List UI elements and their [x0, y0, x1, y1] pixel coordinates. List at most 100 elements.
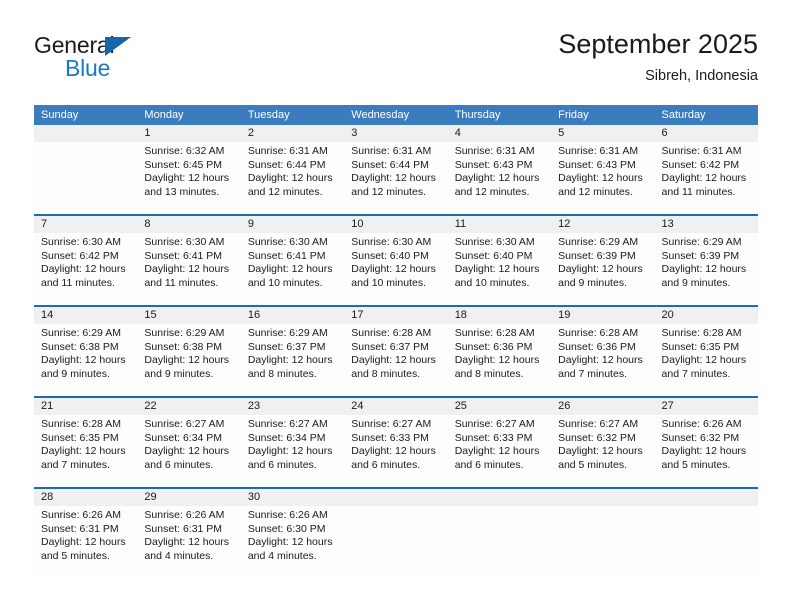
general-blue-logo: General Blue	[34, 32, 214, 88]
sunset-text: Sunset: 6:38 PM	[144, 340, 223, 353]
date-number-empty	[655, 489, 758, 506]
daylight-text: Daylight: 12 hours and 9 minutes.	[558, 263, 643, 289]
sunset-text: Sunset: 6:44 PM	[247, 158, 326, 171]
day-of-week-header-friday: Friday	[558, 109, 589, 121]
daylight-text: Daylight: 12 hours and 10 minutes.	[454, 263, 540, 289]
day-cell-empty	[655, 506, 758, 578]
date-number[interactable]: 6	[655, 125, 758, 142]
date-number[interactable]: 4	[448, 125, 551, 142]
daylight-text: Daylight: 12 hours and 12 minutes.	[558, 172, 643, 198]
date-number[interactable]: 15	[137, 307, 240, 324]
sunset-text: Sunset: 6:32 PM	[558, 431, 636, 444]
date-number[interactable]: 24	[344, 398, 447, 415]
sunset-text: Sunset: 6:44 PM	[351, 158, 429, 171]
day-cell: Sunrise: 6:29 AM Sunset: 6:39 PM Daylight:…	[655, 233, 758, 305]
day-cell: Sunrise: 6:26 AM Sunset: 6:31 PM Daylight:…	[137, 506, 240, 578]
date-number-row: 28 29 30	[34, 489, 758, 506]
sunset-text: Sunset: 6:36 PM	[558, 340, 636, 353]
sunset-text: Sunset: 6:34 PM	[144, 431, 223, 444]
sunrise-text: Sunrise: 6:26 AM	[661, 418, 742, 430]
sunset-text: Sunset: 6:40 PM	[351, 249, 429, 262]
day-cell: Sunrise: 6:29 AM Sunset: 6:39 PM Daylight:…	[551, 233, 654, 305]
sunset-text: Sunset: 6:42 PM	[661, 158, 740, 171]
day-cell: Sunrise: 6:31 AM Sunset: 6:43 PM Daylight:…	[448, 142, 551, 214]
calendar-week-row: 28 29 30 Sunrise: 6:26 AM Sunset: 6:31 PM Day…	[34, 487, 758, 578]
day-cell: Sunrise: 6:28 AM Sunset: 6:36 PM Daylight:…	[448, 324, 551, 396]
date-number[interactable]: 28	[34, 489, 137, 506]
sunrise-text: Sunrise: 6:29 AM	[144, 327, 225, 339]
day-cell: Sunrise: 6:29 AM Sunset: 6:38 PM Daylight:…	[137, 324, 240, 396]
date-number[interactable]: 30	[241, 489, 344, 506]
date-number[interactable]: 16	[241, 307, 344, 324]
date-number[interactable]: 18	[448, 307, 551, 324]
date-number[interactable]: 13	[655, 216, 758, 233]
sunset-text: Sunset: 6:41 PM	[144, 249, 223, 262]
daylight-text: Daylight: 12 hours and 8 minutes.	[454, 354, 540, 380]
daylight-text: Daylight: 12 hours and 9 minutes.	[41, 354, 126, 380]
day-of-week-header-row: Sunday Monday Tuesday Wednesday Thursday Frid…	[34, 105, 758, 125]
date-number[interactable]: 8	[137, 216, 240, 233]
sunset-text: Sunset: 6:38 PM	[41, 340, 119, 353]
date-number[interactable]: 2	[241, 125, 344, 142]
daylight-text: Daylight: 12 hours and 11 minutes.	[144, 263, 230, 289]
day-cell-empty	[551, 506, 654, 578]
date-number[interactable]: 19	[551, 307, 654, 324]
daylight-text: Daylight: 12 hours and 7 minutes.	[41, 445, 126, 471]
title-block: September 2025 Sibreh, Indonesia	[558, 28, 758, 86]
logo-text-blue: Blue	[65, 55, 111, 81]
sunset-text: Sunset: 6:30 PM	[247, 522, 326, 535]
day-of-week-header-tuesday: Tuesday	[247, 109, 290, 121]
page-header: General Blue September 2025 Sibreh, Indo…	[34, 28, 758, 98]
day-cell: Sunrise: 6:27 AM Sunset: 6:33 PM Daylight:…	[448, 415, 551, 487]
sunrise-text: Sunrise: 6:27 AM	[247, 418, 328, 430]
day-cell-empty	[34, 142, 137, 214]
date-number-empty	[448, 489, 551, 506]
date-number[interactable]: 27	[655, 398, 758, 415]
daylight-text: Daylight: 12 hours and 5 minutes.	[661, 445, 747, 471]
date-number-empty	[551, 489, 654, 506]
date-number[interactable]: 22	[137, 398, 240, 415]
date-number[interactable]: 9	[241, 216, 344, 233]
daylight-text: Daylight: 12 hours and 11 minutes.	[661, 172, 747, 198]
sunset-text: Sunset: 6:39 PM	[558, 249, 636, 262]
date-number[interactable]: 25	[448, 398, 551, 415]
day-cell: Sunrise: 6:30 AM Sunset: 6:41 PM Daylight:…	[241, 233, 344, 305]
date-number[interactable]: 23	[241, 398, 344, 415]
date-number[interactable]: 7	[34, 216, 137, 233]
date-number[interactable]: 12	[551, 216, 654, 233]
date-number[interactable]: 29	[137, 489, 240, 506]
sunrise-text: Sunrise: 6:31 AM	[351, 145, 432, 157]
sunrise-text: Sunrise: 6:26 AM	[247, 509, 328, 521]
day-of-week-header-saturday: Saturday	[661, 109, 706, 121]
date-number[interactable]: 20	[655, 307, 758, 324]
date-number[interactable]: 11	[448, 216, 551, 233]
sunrise-text: Sunrise: 6:28 AM	[661, 327, 742, 339]
date-number[interactable]: 5	[551, 125, 654, 142]
date-number[interactable]: 14	[34, 307, 137, 324]
sunrise-text: Sunrise: 6:28 AM	[351, 327, 432, 339]
sunrise-text: Sunrise: 6:30 AM	[247, 236, 328, 248]
date-number[interactable]: 26	[551, 398, 654, 415]
daylight-text: Daylight: 12 hours and 7 minutes.	[661, 354, 747, 380]
day-info-row: Sunrise: 6:32 AM Sunset: 6:45 PM Daylight:…	[34, 142, 758, 214]
date-number[interactable]: 17	[344, 307, 447, 324]
day-cell: Sunrise: 6:31 AM Sunset: 6:44 PM Daylight:…	[344, 142, 447, 214]
day-cell: Sunrise: 6:26 AM Sunset: 6:32 PM Daylight:…	[655, 415, 758, 487]
calendar-table: Sunday Monday Tuesday Wednesday Thursday Frid…	[34, 105, 758, 578]
sunrise-text: Sunrise: 6:27 AM	[144, 418, 225, 430]
date-number[interactable]: 1	[137, 125, 240, 142]
sunrise-text: Sunrise: 6:29 AM	[247, 327, 328, 339]
date-number[interactable]: 10	[344, 216, 447, 233]
day-cell: Sunrise: 6:27 AM Sunset: 6:32 PM Daylight:…	[551, 415, 654, 487]
sunset-text: Sunset: 6:42 PM	[41, 249, 119, 262]
daylight-text: Daylight: 12 hours and 8 minutes.	[247, 354, 333, 380]
day-cell-empty	[448, 506, 551, 578]
sunset-text: Sunset: 6:39 PM	[661, 249, 740, 262]
date-number[interactable]: 21	[34, 398, 137, 415]
day-cell: Sunrise: 6:29 AM Sunset: 6:38 PM Daylight:…	[34, 324, 137, 396]
date-number[interactable]: 3	[344, 125, 447, 142]
date-number-row: 21 22 23 24 25 26 27	[34, 398, 758, 415]
daylight-text: Daylight: 12 hours and 13 minutes.	[144, 172, 230, 198]
day-cell: Sunrise: 6:27 AM Sunset: 6:34 PM Daylight:…	[137, 415, 240, 487]
sunrise-text: Sunrise: 6:31 AM	[661, 145, 742, 157]
